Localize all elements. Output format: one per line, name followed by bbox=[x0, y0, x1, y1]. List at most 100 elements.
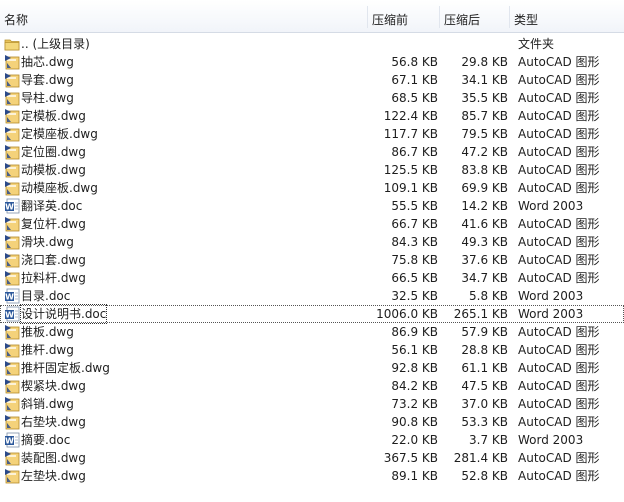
dwg-icon bbox=[4, 54, 20, 70]
file-name: 推板.dwg bbox=[21, 325, 74, 339]
file-name-cell: 定模座板.dwg bbox=[2, 125, 362, 143]
file-row[interactable]: W 摘要.doc 22.0 KB 3.7 KB Word 2003 bbox=[0, 431, 624, 449]
file-row[interactable]: 拉料杆.dwg 66.5 KB 34.7 KB AutoCAD 图形 bbox=[0, 269, 624, 287]
compressed-size: 53.3 KB bbox=[461, 415, 508, 429]
file-name: 摘要.doc bbox=[21, 433, 71, 447]
compressed-size: 37.0 KB bbox=[461, 397, 508, 411]
file-name: 斜销.dwg bbox=[21, 397, 74, 411]
column-header-compressed-size[interactable]: 压缩后 bbox=[440, 0, 510, 32]
file-type: Word 2003 bbox=[518, 289, 584, 303]
file-type: AutoCAD 图形 bbox=[518, 325, 600, 339]
file-name-cell: W 摘要.doc bbox=[2, 431, 362, 449]
file-row[interactable]: 右垫块.dwg 90.8 KB 53.3 KB AutoCAD 图形 bbox=[0, 413, 624, 431]
file-row[interactable]: 装配图.dwg 367.5 KB 281.4 KB AutoCAD 图形 bbox=[0, 449, 624, 467]
file-type: AutoCAD 图形 bbox=[518, 343, 600, 357]
file-name-cell: 滑块.dwg bbox=[2, 233, 362, 251]
dwg-icon bbox=[4, 90, 20, 106]
file-row[interactable]: W 翻译英.doc 55.5 KB 14.2 KB Word 2003 bbox=[0, 197, 624, 215]
file-type: AutoCAD 图形 bbox=[518, 163, 600, 177]
original-size: 122.4 KB bbox=[383, 109, 438, 123]
dwg-icon bbox=[4, 72, 20, 88]
file-row[interactable]: .. (上级目录) 文件夹 bbox=[0, 35, 624, 53]
file-type: AutoCAD 图形 bbox=[518, 127, 600, 141]
compressed-size: 79.5 KB bbox=[461, 127, 508, 141]
file-name-cell: 斜销.dwg bbox=[2, 395, 362, 413]
file-type: AutoCAD 图形 bbox=[518, 469, 600, 483]
svg-text:W: W bbox=[5, 203, 14, 212]
dwg-icon bbox=[4, 342, 20, 358]
file-row[interactable]: 楔紧块.dwg 84.2 KB 47.5 KB AutoCAD 图形 bbox=[0, 377, 624, 395]
file-row[interactable]: 抽芯.dwg 56.8 KB 29.8 KB AutoCAD 图形 bbox=[0, 53, 624, 71]
file-type: Word 2003 bbox=[518, 199, 584, 213]
file-name: 右垫块.dwg bbox=[21, 415, 86, 429]
column-header-type[interactable]: 类型 bbox=[510, 0, 624, 32]
file-row[interactable]: W 目录.doc 32.5 KB 5.8 KB Word 2003 bbox=[0, 287, 624, 305]
original-size: 89.1 KB bbox=[391, 469, 438, 483]
file-name-cell: 浇口套.dwg bbox=[2, 251, 362, 269]
file-name-cell: 推板.dwg bbox=[2, 323, 362, 341]
file-row[interactable]: 复位杆.dwg 66.7 KB 41.6 KB AutoCAD 图形 bbox=[0, 215, 624, 233]
original-size: 1006.0 KB bbox=[376, 307, 438, 321]
dwg-icon bbox=[4, 234, 20, 250]
file-row[interactable]: 导套.dwg 67.1 KB 34.1 KB AutoCAD 图形 bbox=[0, 71, 624, 89]
compressed-size: 265.1 KB bbox=[453, 307, 508, 321]
word-doc-icon: W bbox=[4, 288, 20, 304]
file-row[interactable]: 浇口套.dwg 75.8 KB 37.6 KB AutoCAD 图形 bbox=[0, 251, 624, 269]
file-row[interactable]: 斜销.dwg 73.2 KB 37.0 KB AutoCAD 图形 bbox=[0, 395, 624, 413]
original-size: 86.9 KB bbox=[391, 325, 438, 339]
dwg-icon bbox=[4, 144, 20, 160]
file-row[interactable]: 推杆.dwg 56.1 KB 28.8 KB AutoCAD 图形 bbox=[0, 341, 624, 359]
compressed-size: 83.8 KB bbox=[461, 163, 508, 177]
dwg-icon bbox=[4, 396, 20, 412]
compressed-size: 49.3 KB bbox=[461, 235, 508, 249]
file-row[interactable]: 滑块.dwg 84.3 KB 49.3 KB AutoCAD 图形 bbox=[0, 233, 624, 251]
dwg-icon bbox=[4, 270, 20, 286]
file-name-cell: 推杆.dwg bbox=[2, 341, 362, 359]
file-row[interactable]: 定位圈.dwg 86.7 KB 47.2 KB AutoCAD 图形 bbox=[0, 143, 624, 161]
file-list: .. (上级目录) 文件夹 抽芯.dwg 56.8 KB 29.8 KB Aut… bbox=[0, 35, 624, 485]
compressed-size: 14.2 KB bbox=[461, 199, 508, 213]
file-row[interactable]: 推板.dwg 86.9 KB 57.9 KB AutoCAD 图形 bbox=[0, 323, 624, 341]
file-name-cell: 装配图.dwg bbox=[2, 449, 362, 467]
file-name-cell: 楔紧块.dwg bbox=[2, 377, 362, 395]
file-row[interactable]: W 设计说明书.doc 1006.0 KB 265.1 KB Word 2003 bbox=[0, 304, 624, 324]
compressed-size: 69.9 KB bbox=[461, 181, 508, 195]
word-doc-icon: W bbox=[4, 432, 20, 448]
file-name: 拉料杆.dwg bbox=[21, 271, 86, 285]
file-name: 定位圈.dwg bbox=[21, 145, 86, 159]
file-row[interactable]: 推杆固定板.dwg 92.8 KB 61.1 KB AutoCAD 图形 bbox=[0, 359, 624, 377]
file-type: AutoCAD 图形 bbox=[518, 109, 600, 123]
file-name: 设计说明书.doc bbox=[19, 304, 108, 324]
file-type: AutoCAD 图形 bbox=[518, 379, 600, 393]
file-type: Word 2003 bbox=[518, 433, 584, 447]
file-row[interactable]: 导柱.dwg 68.5 KB 35.5 KB AutoCAD 图形 bbox=[0, 89, 624, 107]
original-size: 125.5 KB bbox=[383, 163, 438, 177]
file-name: 楔紧块.dwg bbox=[21, 379, 86, 393]
compressed-size bbox=[440, 35, 508, 53]
compressed-size: 47.2 KB bbox=[461, 145, 508, 159]
file-row[interactable]: 定模板.dwg 122.4 KB 85.7 KB AutoCAD 图形 bbox=[0, 107, 624, 125]
dwg-icon bbox=[4, 252, 20, 268]
column-header-name[interactable]: 名称 bbox=[0, 0, 368, 32]
original-size: 367.5 KB bbox=[383, 451, 438, 465]
file-type: AutoCAD 图形 bbox=[518, 415, 600, 429]
compressed-size: 5.8 KB bbox=[469, 289, 508, 303]
file-row[interactable]: 动模座板.dwg 109.1 KB 69.9 KB AutoCAD 图形 bbox=[0, 179, 624, 197]
file-name-cell: W 目录.doc bbox=[2, 287, 362, 305]
file-name-cell: 抽芯.dwg bbox=[2, 53, 362, 71]
file-name: 动模座板.dwg bbox=[21, 181, 98, 195]
file-name: 导柱.dwg bbox=[21, 91, 74, 105]
original-size: 75.8 KB bbox=[391, 253, 438, 267]
file-row[interactable]: 定模座板.dwg 117.7 KB 79.5 KB AutoCAD 图形 bbox=[0, 125, 624, 143]
dwg-icon bbox=[4, 162, 20, 178]
dwg-icon bbox=[4, 360, 20, 376]
original-size: 66.7 KB bbox=[391, 217, 438, 231]
file-row[interactable]: 动模板.dwg 125.5 KB 83.8 KB AutoCAD 图形 bbox=[0, 161, 624, 179]
file-type: 文件夹 bbox=[518, 37, 555, 51]
compressed-size: 47.5 KB bbox=[461, 379, 508, 393]
file-type: AutoCAD 图形 bbox=[518, 397, 600, 411]
file-type: AutoCAD 图形 bbox=[518, 145, 600, 159]
file-name-cell: 拉料杆.dwg bbox=[2, 269, 362, 287]
column-header-original-size[interactable]: 压缩前 bbox=[368, 0, 440, 32]
file-row[interactable]: 左垫块.dwg 89.1 KB 52.8 KB AutoCAD 图形 bbox=[0, 467, 624, 485]
